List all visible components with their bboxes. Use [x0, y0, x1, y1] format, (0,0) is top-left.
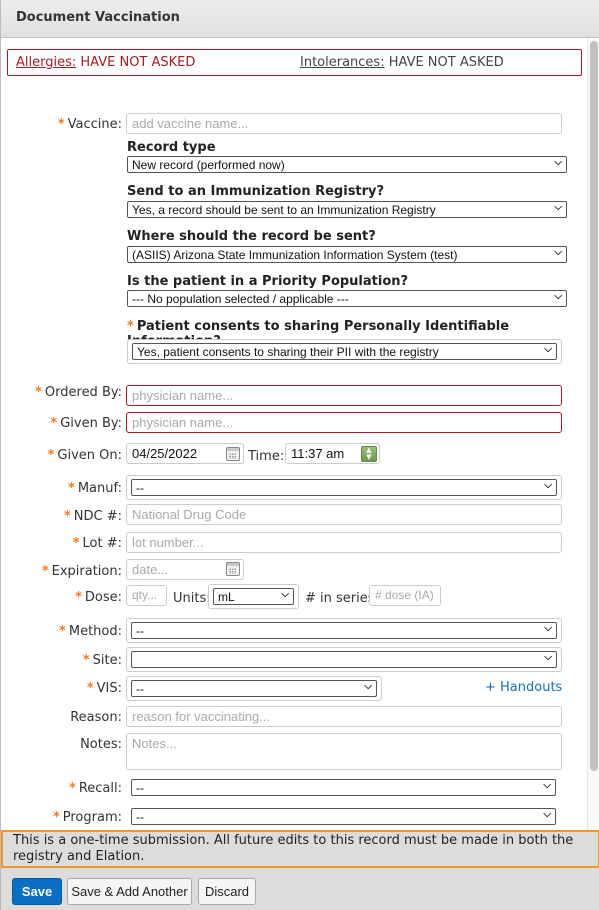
method-select[interactable]: -- ⌵: [131, 622, 557, 639]
send-registry-select[interactable]: Yes, a record should be sent to an Immun…: [127, 201, 567, 218]
units-select[interactable]: mL ⌵: [213, 588, 294, 605]
manuf-select[interactable]: -- ⌵: [131, 479, 557, 496]
series-label: # in series:: [305, 591, 379, 606]
program-select[interactable]: -- ⌵: [131, 808, 556, 825]
chevron-down-icon: ⌵: [544, 623, 552, 634]
record-type-heading: Record type: [127, 140, 216, 155]
time-spinner-icon[interactable]: ▲ ▼: [361, 446, 377, 462]
chevron-down-icon: ⌵: [554, 202, 562, 213]
given-by-input[interactable]: physician name...: [126, 412, 562, 433]
priority-population-heading: Is the patient in a Priority Population?: [127, 274, 409, 289]
discard-button[interactable]: Discard: [198, 878, 256, 905]
lot-input[interactable]: lot number...: [126, 532, 562, 553]
ordered-by-input[interactable]: physician name...: [126, 385, 562, 406]
chevron-down-icon: ⌵: [554, 291, 562, 302]
ordered-by-label: * Ordered By:: [35, 385, 122, 400]
chevron-down-icon: ⌵: [554, 157, 562, 168]
send-registry-heading: Send to an Immunization Registry?: [127, 184, 385, 199]
chevron-down-icon: ⌵: [543, 780, 551, 791]
recall-label: * Recall:: [69, 781, 122, 796]
handouts-link[interactable]: + Handouts: [485, 680, 562, 695]
save-add-another-button[interactable]: Save & Add Another: [67, 878, 192, 905]
vaccine-input[interactable]: add vaccine name...: [126, 113, 562, 134]
units-label: Units:: [173, 591, 211, 606]
expiration-label: * Expiration:: [41, 564, 122, 579]
chevron-down-icon: ⌵: [544, 344, 552, 355]
chevron-down-icon: ⌵: [281, 589, 289, 600]
ndc-label: * NDC #:: [63, 509, 122, 524]
intolerances-link[interactable]: Intolerances:: [300, 55, 385, 70]
site-select[interactable]: ⌵: [131, 651, 557, 668]
intolerances-status: Intolerances: HAVE NOT ASKED: [300, 55, 504, 70]
notes-label: Notes:: [80, 737, 122, 752]
chevron-down-icon: ⌵: [544, 480, 552, 491]
units-wrapper: mL ⌵: [208, 584, 299, 609]
registry-notice: This is a one-time submission. All futur…: [1, 830, 599, 868]
site-wrapper: ⌵: [126, 647, 562, 672]
save-button[interactable]: Save: [12, 878, 62, 905]
chevron-down-icon: ⌵: [364, 681, 372, 692]
allergies-link[interactable]: Allergies:: [16, 55, 76, 70]
chevron-down-icon: ⌵: [554, 247, 562, 258]
given-by-label: * Given By:: [50, 416, 122, 431]
document-vaccination-dialog: Document Vaccination Allergies: HAVE NOT…: [0, 0, 599, 910]
method-label: * Method:: [59, 624, 122, 639]
registry-destination-heading: Where should the record be sent?: [127, 229, 376, 244]
vis-wrapper: -- ⌵: [126, 676, 382, 701]
manuf-wrapper: -- ⌵: [126, 475, 562, 500]
calendar-icon[interactable]: [226, 447, 240, 461]
chevron-down-icon: ⌵: [543, 809, 551, 820]
calendar-icon[interactable]: [226, 562, 240, 576]
dialog-title: Document Vaccination: [16, 10, 180, 25]
form-scroll-area: Allergies: HAVE NOT ASKED Intolerances: …: [1, 38, 599, 830]
priority-population-select[interactable]: --- No population selected / applicable …: [127, 290, 567, 307]
reason-input[interactable]: reason for vaccinating...: [126, 706, 562, 727]
given-on-label: * Given On:: [47, 448, 122, 463]
lot-label: * Lot #:: [72, 536, 122, 551]
dialog-footer: Save Save & Add Another Discard: [1, 868, 599, 910]
pii-consent-select[interactable]: Yes, patient consents to sharing their P…: [132, 343, 557, 360]
recall-select[interactable]: -- ⌵: [131, 779, 556, 796]
allergies-status: Allergies: HAVE NOT ASKED: [16, 55, 195, 70]
reason-label: Reason:: [70, 710, 122, 725]
notes-textarea[interactable]: Notes...: [126, 733, 562, 770]
pii-consent-wrapper: Yes, patient consents to sharing their P…: [127, 339, 562, 364]
ndc-input[interactable]: National Drug Code: [126, 504, 562, 525]
method-wrapper: -- ⌵: [126, 618, 562, 643]
allergies-value: HAVE NOT ASKED: [80, 55, 196, 70]
vaccine-label: * Vaccine:: [57, 117, 122, 132]
program-label: * Program:: [52, 810, 122, 825]
chevron-down-icon: ⌵: [544, 652, 552, 663]
site-label: * Site:: [82, 653, 122, 668]
allergy-alert-box: Allergies: HAVE NOT ASKED Intolerances: …: [7, 49, 582, 76]
intolerances-value: HAVE NOT ASKED: [388, 55, 504, 70]
vis-select[interactable]: -- ⌵: [131, 680, 377, 697]
dose-label: * Dose:: [75, 590, 122, 605]
manuf-label: * Manuf:: [68, 481, 122, 496]
vis-label: * VIS:: [86, 681, 122, 696]
time-label: Time:: [248, 449, 285, 464]
scrollbar-thumb[interactable]: [590, 41, 598, 771]
required-marker: *: [57, 117, 65, 132]
dialog-titlebar[interactable]: Document Vaccination: [1, 0, 599, 38]
series-input[interactable]: # dose (IA): [369, 585, 441, 606]
record-type-select[interactable]: New record (performed now) ⌵: [127, 156, 567, 173]
registry-destination-select[interactable]: (ASIIS) Arizona State Immunization Infor…: [127, 246, 567, 263]
dose-input[interactable]: qty...: [126, 585, 167, 606]
